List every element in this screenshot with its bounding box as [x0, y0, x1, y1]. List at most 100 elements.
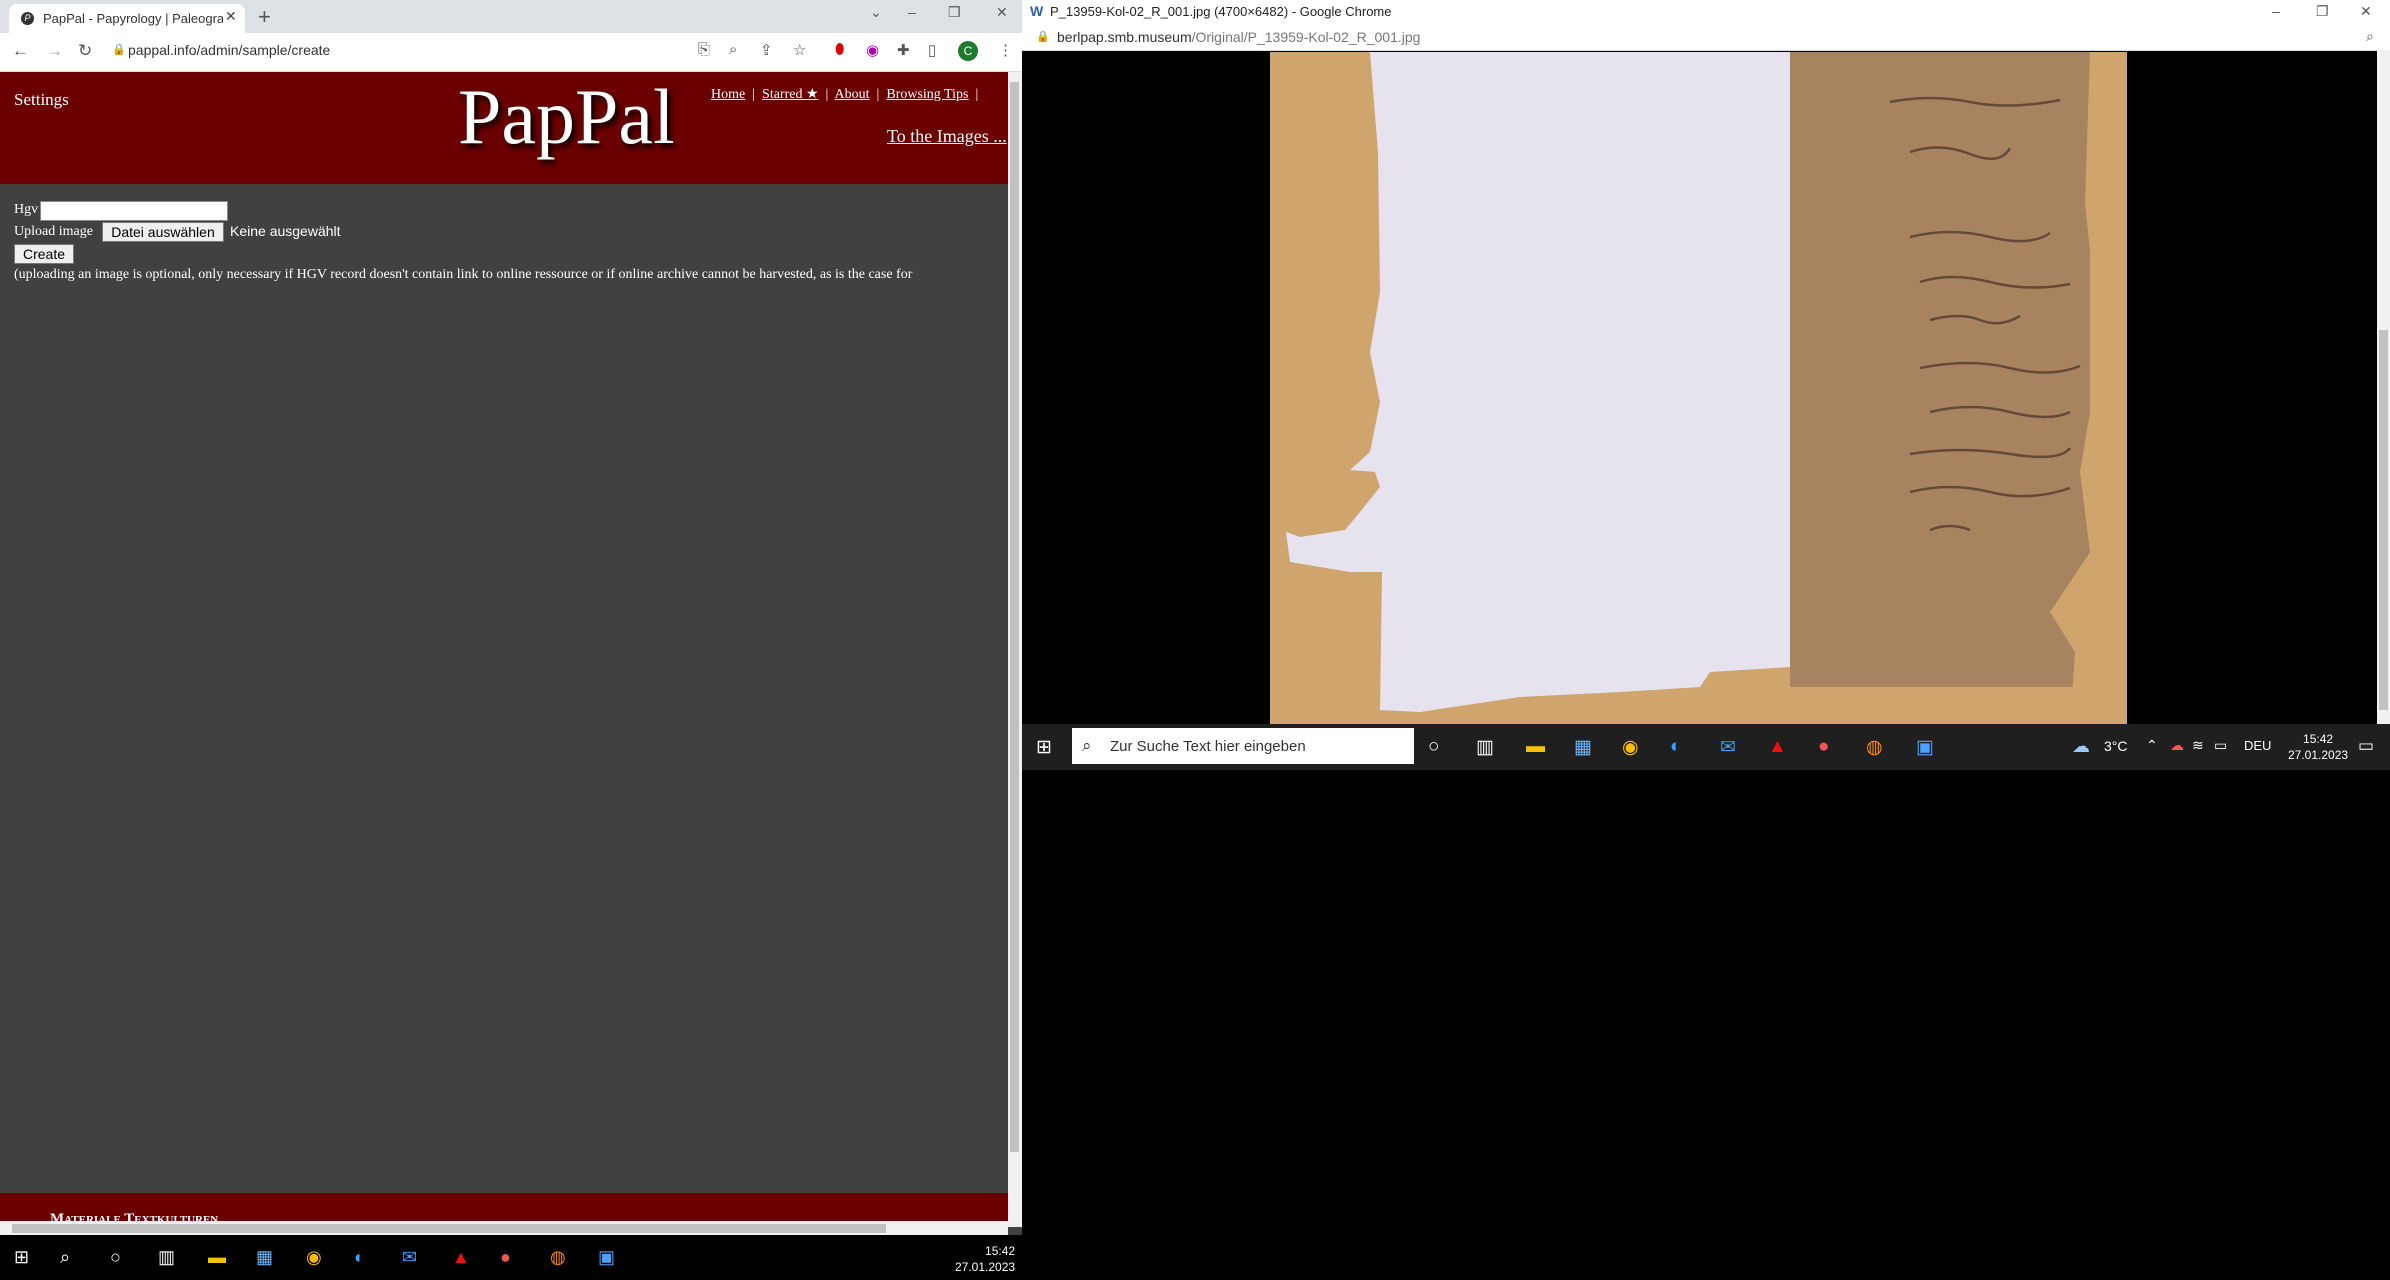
extension-purple-icon[interactable]: ◉	[866, 41, 879, 59]
tab-pappal[interactable]: P PapPal - Papyrology | Paleograph ✕	[9, 4, 245, 33]
papyrus-image-svg	[1270, 52, 2127, 724]
url-text[interactable]: berlpap.smb.museum/Original/P_13959-Kol-…	[1057, 29, 1420, 45]
store-icon[interactable]: ▦	[1574, 736, 1592, 759]
powerpoint-icon[interactable]: ●	[500, 1247, 511, 1268]
site-logo[interactable]: PapPal	[458, 72, 675, 162]
new-tab-icon[interactable]: +	[258, 4, 271, 30]
minimize-icon[interactable]: –	[2272, 3, 2280, 19]
photos-icon[interactable]: ▣	[1916, 736, 1934, 759]
nav-home[interactable]: Home	[711, 87, 745, 102]
windows-start-icon[interactable]: ⊞	[1036, 736, 1052, 759]
lock-icon[interactable]: 🔒	[112, 43, 126, 56]
mail-icon[interactable]: ✉	[1720, 736, 1736, 759]
pappal-favicon-icon: P	[21, 12, 34, 25]
cortana-icon[interactable]: ○	[1428, 736, 1439, 758]
nav-browsing-tips[interactable]: Browsing Tips	[886, 87, 968, 102]
taskbar-clock[interactable]: 15:42 27.01.2023	[2288, 731, 2348, 763]
language-indicator[interactable]: DEU	[2244, 738, 2271, 753]
reload-icon[interactable]: ↻	[78, 41, 92, 61]
cloud-icon[interactable]: ☁	[2072, 736, 2090, 757]
tab-title: PapPal - Papyrology | Paleograph	[43, 11, 223, 26]
right-browser-window: W P_13959-Kol-02_R_001.jpg (4700×6482) -…	[1022, 0, 2390, 1280]
file-explorer-icon[interactable]: ▬	[208, 1247, 226, 1268]
close-window-icon[interactable]: ✕	[996, 4, 1008, 21]
taskbar-left: ⊞ ⌕ ○ ▥ ▬ ▦ ◉ ◐ ✉ ▲ ● ◍ ▣ 15:42 27.01.20…	[0, 1235, 1022, 1280]
address-bar[interactable]: pappal.info/admin/sample/create	[128, 42, 330, 58]
hgv-label: Hgv	[14, 202, 39, 217]
task-view-icon[interactable]: ▥	[158, 1247, 175, 1268]
choose-file-button[interactable]: Datei auswählen	[102, 222, 224, 242]
acrobat-icon[interactable]: ▲	[452, 1247, 470, 1268]
restore-icon[interactable]: ❐	[948, 4, 961, 21]
windows-start-icon[interactable]: ⊞	[14, 1247, 29, 1268]
chrome-icon[interactable]: ◉	[306, 1247, 322, 1268]
tab-search-icon[interactable]: ⌄	[870, 4, 882, 21]
minimize-icon[interactable]: –	[908, 4, 916, 20]
taskbar-search[interactable]: ⌕ Zur Suche Text hier eingeben	[1072, 728, 1414, 764]
powerpoint-icon[interactable]: ●	[1818, 736, 1829, 758]
taskbar-clock[interactable]: 15:42 27.01.2023	[955, 1243, 1015, 1275]
share-icon[interactable]: ⇪	[760, 41, 773, 59]
menu-icon[interactable]: ⋮	[998, 41, 1013, 59]
task-view-icon[interactable]: ▥	[1476, 736, 1494, 759]
clock-time: 15:42	[2303, 732, 2334, 746]
cortana-icon[interactable]: ○	[110, 1247, 121, 1268]
lock-icon[interactable]: 🔒	[1036, 30, 1050, 43]
vertical-scroll-thumb[interactable]	[2379, 330, 2388, 710]
weather-text[interactable]: 3°C	[2104, 738, 2128, 754]
restore-icon[interactable]: ❐	[2316, 3, 2329, 20]
nav-about[interactable]: About	[835, 87, 870, 102]
back-arrow-icon[interactable]: ←	[12, 41, 29, 61]
store-icon[interactable]: ▦	[256, 1247, 273, 1268]
alert-icon[interactable]: ☁	[2170, 737, 2184, 754]
clock-time: 15:42	[985, 1244, 1016, 1258]
avatar[interactable]: C	[958, 41, 978, 61]
nav-starred[interactable]: Starred ★	[762, 87, 818, 102]
search-placeholder: Zur Suche Text hier eingeben	[1110, 738, 1306, 755]
clock-date: 27.01.2023	[955, 1260, 1016, 1274]
photos-icon[interactable]: ▣	[598, 1247, 615, 1268]
window-title: P_13959-Kol-02_R_001.jpg (4700×6482) - G…	[1050, 4, 1392, 19]
create-button[interactable]: Create	[14, 244, 74, 264]
hgv-input[interactable]	[40, 201, 228, 221]
url-path: /Original/P_13959-Kol-02_R_001.jpg	[1191, 29, 1421, 45]
settings-link[interactable]: Settings	[14, 90, 69, 110]
star-icon[interactable]: ☆	[793, 41, 806, 59]
vertical-scroll-thumb[interactable]	[1010, 82, 1019, 1152]
zoom-icon[interactable]: ⌕	[2366, 28, 2374, 45]
url-host: berlpap.smb.museum	[1057, 29, 1192, 45]
battery-icon[interactable]: ▭	[2214, 737, 2227, 754]
translate-icon[interactable]: ⎘	[698, 41, 710, 58]
search-icon[interactable]: ⌕	[60, 1247, 70, 1268]
file-explorer-icon[interactable]: ▬	[1526, 736, 1545, 758]
close-window-icon[interactable]: ✕	[2360, 3, 2372, 20]
zoom-icon[interactable]: ⌕	[729, 41, 737, 58]
forward-arrow-icon[interactable]: →	[46, 41, 63, 61]
sidepanel-icon[interactable]: ▯	[928, 41, 936, 59]
file-status: Keine ausgewählt	[230, 223, 341, 239]
close-tab-icon[interactable]: ✕	[225, 8, 237, 25]
network-icon[interactable]: ≋	[2192, 737, 2204, 754]
papyrus-image[interactable]	[1270, 52, 2127, 724]
title-bar: W P_13959-Kol-02_R_001.jpg (4700×6482) -…	[1022, 0, 2390, 24]
edge-icon[interactable]: ◐	[1670, 736, 1681, 758]
upload-note: (uploading an image is optional, only ne…	[14, 267, 913, 282]
to-images-link[interactable]: To the Images ...	[887, 126, 1007, 147]
clock-date: 27.01.2023	[2288, 748, 2349, 762]
address-bar[interactable]: 🔒 berlpap.smb.museum/Original/P_13959-Ko…	[1022, 24, 2390, 51]
extensions-icon[interactable]: ✚	[897, 41, 910, 59]
chevron-up-icon[interactable]: ⌃	[2146, 737, 2158, 754]
edge-icon[interactable]: ◐	[354, 1247, 365, 1268]
horizontal-scroll-thumb[interactable]	[12, 1224, 886, 1233]
chrome-icon[interactable]: ◉	[1622, 736, 1639, 759]
firefox-icon[interactable]: ◍	[1866, 736, 1883, 759]
notification-icon[interactable]: ▭	[2358, 736, 2374, 756]
firefox-icon[interactable]: ◍	[550, 1247, 566, 1268]
extension-red-icon[interactable]: ⬮	[835, 41, 844, 58]
acrobat-icon[interactable]: ▲	[1768, 736, 1787, 758]
search-icon: ⌕	[1082, 736, 1092, 755]
site-favicon-icon: W	[1030, 3, 1044, 19]
upload-label: Upload image	[14, 224, 93, 239]
mail-icon[interactable]: ✉	[402, 1247, 417, 1268]
site-header: Settings PapPal Home | Starred ★ | About…	[0, 72, 1008, 184]
